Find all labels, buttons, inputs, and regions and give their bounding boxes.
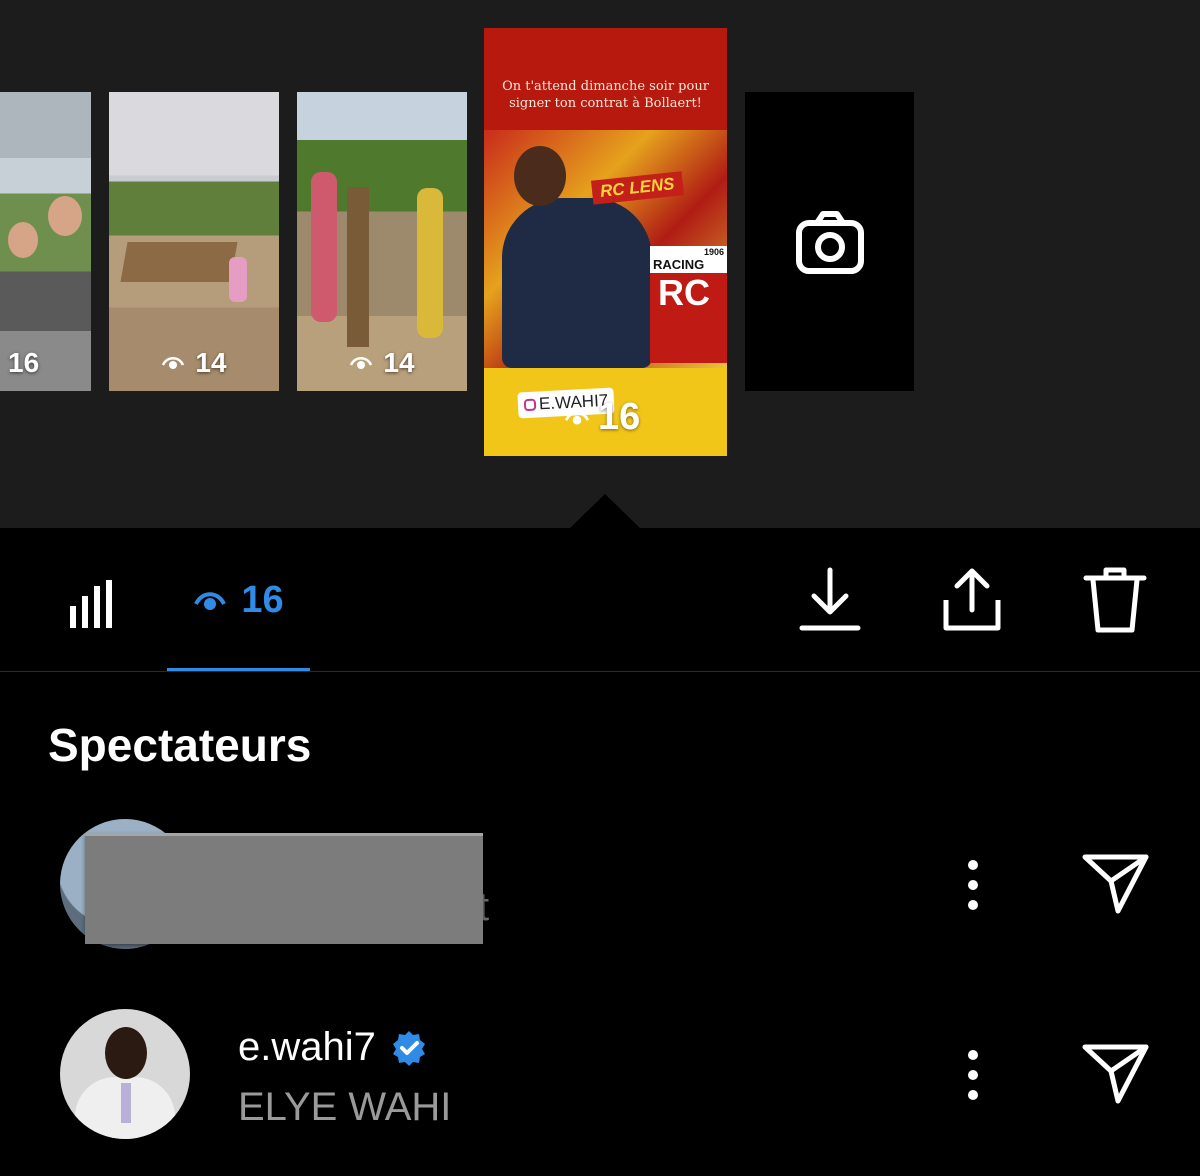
eye-icon (564, 411, 590, 424)
tab-viewers[interactable]: 16 (167, 568, 310, 668)
story-strip: 16 14 14 On t'attend dimanche soir pour … (0, 0, 1200, 528)
view-count: 16 (564, 396, 640, 439)
view-count: 14 (109, 347, 279, 379)
view-count-number: 14 (195, 347, 227, 378)
tab-stats[interactable] (60, 568, 130, 636)
player-face (514, 146, 566, 206)
view-count: 16 (0, 347, 91, 379)
active-story-thumbnail[interactable]: On t'attend dimanche soir pour signer to… (484, 28, 727, 456)
instagram-icon (523, 398, 537, 412)
view-count-number: 14 (383, 347, 415, 378)
download-button[interactable] (795, 564, 865, 636)
view-count: 14 (297, 347, 467, 379)
club-crest: RC (650, 273, 727, 363)
more-options-button[interactable] (955, 855, 991, 915)
avatar-tie (121, 1083, 131, 1123)
eye-icon (194, 592, 227, 610)
share-icon (943, 568, 1001, 631)
download-icon (799, 567, 861, 631)
trash-icon (1083, 567, 1147, 633)
send-message-button[interactable] (1080, 847, 1150, 917)
send-message-button[interactable] (1080, 1037, 1150, 1107)
delete-button[interactable] (1080, 564, 1150, 636)
more-vertical-icon (968, 860, 978, 910)
story-thumbnail[interactable]: 14 (109, 92, 279, 391)
viewer-username[interactable]: e.wahi7 (238, 1025, 428, 1070)
photo-table (120, 242, 238, 282)
player-figure (502, 198, 652, 368)
photo-person (229, 257, 247, 302)
viewers-count: 16 (241, 579, 284, 621)
viewer-full-name: ELYE WAHI (238, 1085, 452, 1129)
avatar[interactable] (60, 1009, 190, 1139)
photo-post (347, 187, 369, 347)
photo-person (417, 188, 443, 338)
photo-person (8, 222, 38, 258)
viewer-row[interactable]: t (0, 815, 1200, 955)
story-thumbnail[interactable]: 16 (0, 92, 91, 391)
club-year: 1906 (703, 247, 724, 257)
story-thumbnail[interactable]: 14 (297, 92, 467, 391)
photo-person (48, 196, 82, 236)
more-options-button[interactable] (955, 1045, 991, 1105)
add-story-camera-button[interactable] (745, 92, 914, 391)
send-icon (1082, 1044, 1149, 1104)
photo-person (311, 172, 337, 322)
username-text: e.wahi7 (238, 1025, 376, 1069)
more-vertical-icon (968, 1050, 978, 1100)
viewers-heading: Spectateurs (48, 719, 312, 771)
share-button[interactable] (937, 564, 1007, 636)
active-tab-indicator (167, 668, 310, 671)
verified-badge-icon (392, 1030, 425, 1066)
story-caption: On t'attend dimanche soir pour signer to… (502, 79, 709, 111)
story-toolbar: 16 (0, 528, 1200, 672)
bar-chart-icon (70, 580, 112, 628)
view-count-number: 16 (8, 347, 40, 378)
view-count-number: 16 (598, 396, 641, 438)
eye-icon (162, 357, 185, 369)
selection-pointer (570, 494, 640, 528)
avatar-face (105, 1027, 147, 1079)
camera-icon (795, 210, 864, 274)
eye-icon (350, 357, 373, 369)
redaction-box (85, 833, 483, 944)
send-icon (1082, 854, 1149, 914)
viewer-row[interactable]: e.wahi7 ELYE WAHI (0, 1005, 1200, 1145)
